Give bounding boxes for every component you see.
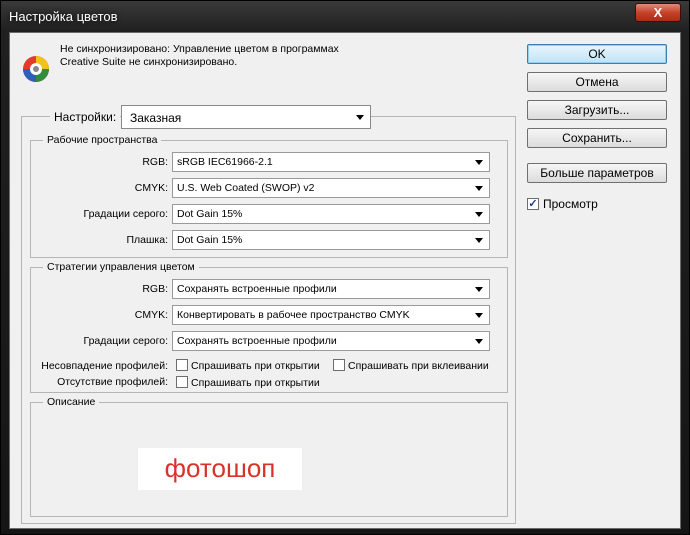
sync-message: Не синхронизировано: Управление цветом в… bbox=[60, 43, 339, 69]
policy-rgb-label: RGB: bbox=[142, 283, 168, 295]
mismatch-open-checkbox[interactable] bbox=[176, 359, 188, 371]
ws-rgb-select[interactable]: sRGB IEC61966-2.1 bbox=[172, 152, 490, 172]
cancel-button[interactable]: Отмена bbox=[527, 72, 667, 92]
mismatch-open-label: Спрашивать при открытии bbox=[191, 360, 320, 372]
more-options-button[interactable]: Больше параметров bbox=[527, 163, 667, 183]
sync-message-line1: Не синхронизировано: Управление цветом в… bbox=[60, 43, 339, 55]
ws-spot-select[interactable]: Dot Gain 15% bbox=[172, 230, 490, 250]
settings-row: Настройки: Заказная bbox=[10, 105, 520, 131]
chevron-down-icon bbox=[475, 339, 483, 344]
policy-gray-select[interactable]: Сохранять встроенные профили bbox=[172, 331, 490, 351]
working-spaces-title: Рабочие пространства bbox=[43, 134, 162, 146]
policy-cmyk-label: CMYK: bbox=[134, 309, 168, 321]
ws-rgb-label: RGB: bbox=[142, 156, 168, 168]
chevron-down-icon bbox=[475, 160, 483, 165]
missing-open-checkbox[interactable] bbox=[176, 376, 188, 388]
dialog-content: Не синхронизировано: Управление цветом в… bbox=[9, 32, 681, 529]
ws-gray-select[interactable]: Dot Gain 15% bbox=[172, 204, 490, 224]
ws-spot-value: Dot Gain 15% bbox=[177, 234, 243, 246]
settings-select-value: Заказная bbox=[130, 111, 182, 125]
policy-gray-value: Сохранять встроенные профили bbox=[177, 335, 337, 347]
ws-cmyk-value: U.S. Web Coated (SWOP) v2 bbox=[177, 182, 315, 194]
chevron-down-icon bbox=[475, 313, 483, 318]
chevron-down-icon bbox=[475, 287, 483, 292]
color-wheel-icon bbox=[23, 56, 49, 82]
policies-title: Стратегии управления цветом bbox=[43, 261, 199, 273]
chevron-down-icon bbox=[475, 238, 483, 243]
ws-spot-label: Плашка: bbox=[126, 234, 168, 246]
missing-open-label: Спрашивать при открытии bbox=[191, 377, 320, 389]
ws-rgb-value: sRGB IEC61966-2.1 bbox=[177, 156, 273, 168]
policy-cmyk-select[interactable]: Конвертировать в рабочее пространство CM… bbox=[172, 305, 490, 325]
policy-gray-label: Градации серого: bbox=[83, 335, 168, 347]
chevron-down-icon bbox=[356, 115, 364, 120]
ws-cmyk-label: CMYK: bbox=[134, 182, 168, 194]
sync-message-line2: Creative Suite не синхронизировано. bbox=[60, 56, 238, 68]
preview-checkbox[interactable]: ✓ bbox=[527, 198, 539, 210]
policy-rgb-select[interactable]: Сохранять встроенные профили bbox=[172, 279, 490, 299]
missing-label: Отсутствие профилей: bbox=[57, 376, 168, 388]
chevron-down-icon bbox=[475, 212, 483, 217]
title-bar[interactable]: Настройка цветов X bbox=[1, 1, 689, 33]
close-button[interactable]: X bbox=[635, 3, 681, 22]
ws-gray-label: Градации серого: bbox=[83, 208, 168, 220]
load-button[interactable]: Загрузить... bbox=[527, 100, 667, 120]
settings-label: Настройки: bbox=[50, 110, 121, 124]
ws-gray-value: Dot Gain 15% bbox=[177, 208, 243, 220]
settings-select[interactable]: Заказная bbox=[121, 105, 371, 129]
ws-cmyk-select[interactable]: U.S. Web Coated (SWOP) v2 bbox=[172, 178, 490, 198]
policy-cmyk-value: Конвертировать в рабочее пространство CM… bbox=[177, 309, 410, 321]
watermark-text: фотошоп bbox=[138, 448, 302, 490]
save-button[interactable]: Сохранить... bbox=[527, 128, 667, 148]
mismatch-label: Несовпадение профилей: bbox=[41, 360, 168, 372]
chevron-down-icon bbox=[475, 186, 483, 191]
mismatch-paste-label: Спрашивать при вклеивании bbox=[348, 360, 489, 372]
dialog-window: Настройка цветов X Не синхронизировано: … bbox=[0, 0, 690, 535]
window-title: Настройка цветов bbox=[9, 9, 118, 24]
preview-label: Просмотр bbox=[543, 197, 598, 211]
mismatch-paste-checkbox[interactable] bbox=[333, 359, 345, 371]
policy-rgb-value: Сохранять встроенные профили bbox=[177, 283, 337, 295]
ok-button[interactable]: OK bbox=[527, 44, 667, 64]
description-title: Описание bbox=[43, 396, 100, 408]
